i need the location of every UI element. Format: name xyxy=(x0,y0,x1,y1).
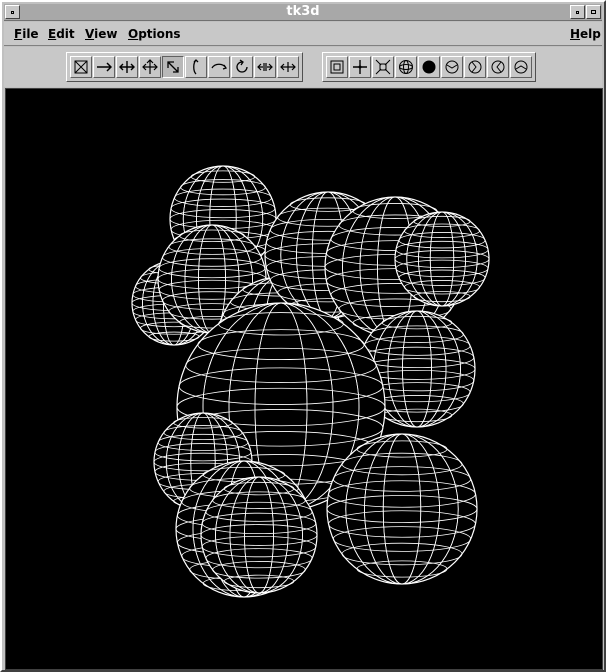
display-mode-toolbar xyxy=(322,52,536,82)
frame-mode-button[interactable] xyxy=(326,56,348,78)
sphere-atom-7 xyxy=(394,211,490,307)
rotate-x-button[interactable] xyxy=(185,56,207,78)
menu-options[interactable]: Options xyxy=(128,27,181,41)
rotate-z-icon xyxy=(236,59,248,73)
reset-view-button[interactable] xyxy=(70,56,92,78)
translate-x-button[interactable] xyxy=(93,56,115,78)
spin-right-icon xyxy=(514,60,528,74)
scale-icon xyxy=(257,63,273,71)
menu-file[interactable]: File xyxy=(14,27,39,41)
title-bar[interactable]: tk3d xyxy=(4,4,602,21)
solid-sphere-icon xyxy=(422,60,436,74)
menu-help[interactable]: Help xyxy=(570,27,601,41)
center-icon xyxy=(353,60,367,74)
minimize-button[interactable] xyxy=(570,5,585,19)
translate-xyz-button[interactable] xyxy=(139,56,161,78)
rotate-x-icon xyxy=(193,59,199,75)
zoom-icon xyxy=(280,62,296,72)
rotate-z-button[interactable] xyxy=(231,56,253,78)
cycle-left-icon xyxy=(445,60,459,74)
molecule-wireframe[interactable] xyxy=(6,89,603,670)
view-transform-toolbar xyxy=(66,52,303,82)
app-window: tk3d File Edit View Options Help xyxy=(0,0,606,672)
3d-viewport[interactable] xyxy=(5,88,603,670)
center-button[interactable] xyxy=(349,56,371,78)
menu-bar: File Edit View Options Help xyxy=(4,22,602,46)
cycle-right-icon xyxy=(468,60,482,74)
wire-sphere-icon xyxy=(399,60,413,74)
reset-view-icon xyxy=(74,60,88,74)
cycle-left-button[interactable] xyxy=(441,56,463,78)
sphere-atom-13 xyxy=(326,433,478,585)
rotate-y-icon xyxy=(211,63,227,70)
spin-right-button[interactable] xyxy=(510,56,532,78)
sphere-atom-12 xyxy=(200,476,318,594)
translate-xy-icon xyxy=(119,61,135,73)
menu-edit[interactable]: Edit xyxy=(48,27,75,41)
window-title: tk3d xyxy=(286,4,320,19)
frame-mode-icon xyxy=(330,60,344,74)
rotate-free-icon xyxy=(167,61,179,73)
menu-view[interactable]: View xyxy=(85,27,117,41)
translate-xy-button[interactable] xyxy=(116,56,138,78)
fit-view-icon xyxy=(375,59,391,75)
spin-left-button[interactable] xyxy=(487,56,509,78)
translate-x-icon xyxy=(97,62,112,72)
translate-xyz-icon xyxy=(142,59,158,74)
minimize-icon xyxy=(576,11,579,14)
spin-left-icon xyxy=(491,60,505,74)
wire-sphere-button[interactable] xyxy=(395,56,417,78)
solid-sphere-button[interactable] xyxy=(418,56,440,78)
scale-button[interactable] xyxy=(254,56,276,78)
maximize-button[interactable] xyxy=(586,5,601,19)
maximize-icon xyxy=(591,10,596,14)
toolbar xyxy=(4,47,602,87)
rotate-free-button[interactable] xyxy=(162,56,184,78)
cycle-right-button[interactable] xyxy=(464,56,486,78)
rotate-y-button[interactable] xyxy=(208,56,230,78)
fit-view-button[interactable] xyxy=(372,56,394,78)
zoom-button[interactable] xyxy=(277,56,299,78)
